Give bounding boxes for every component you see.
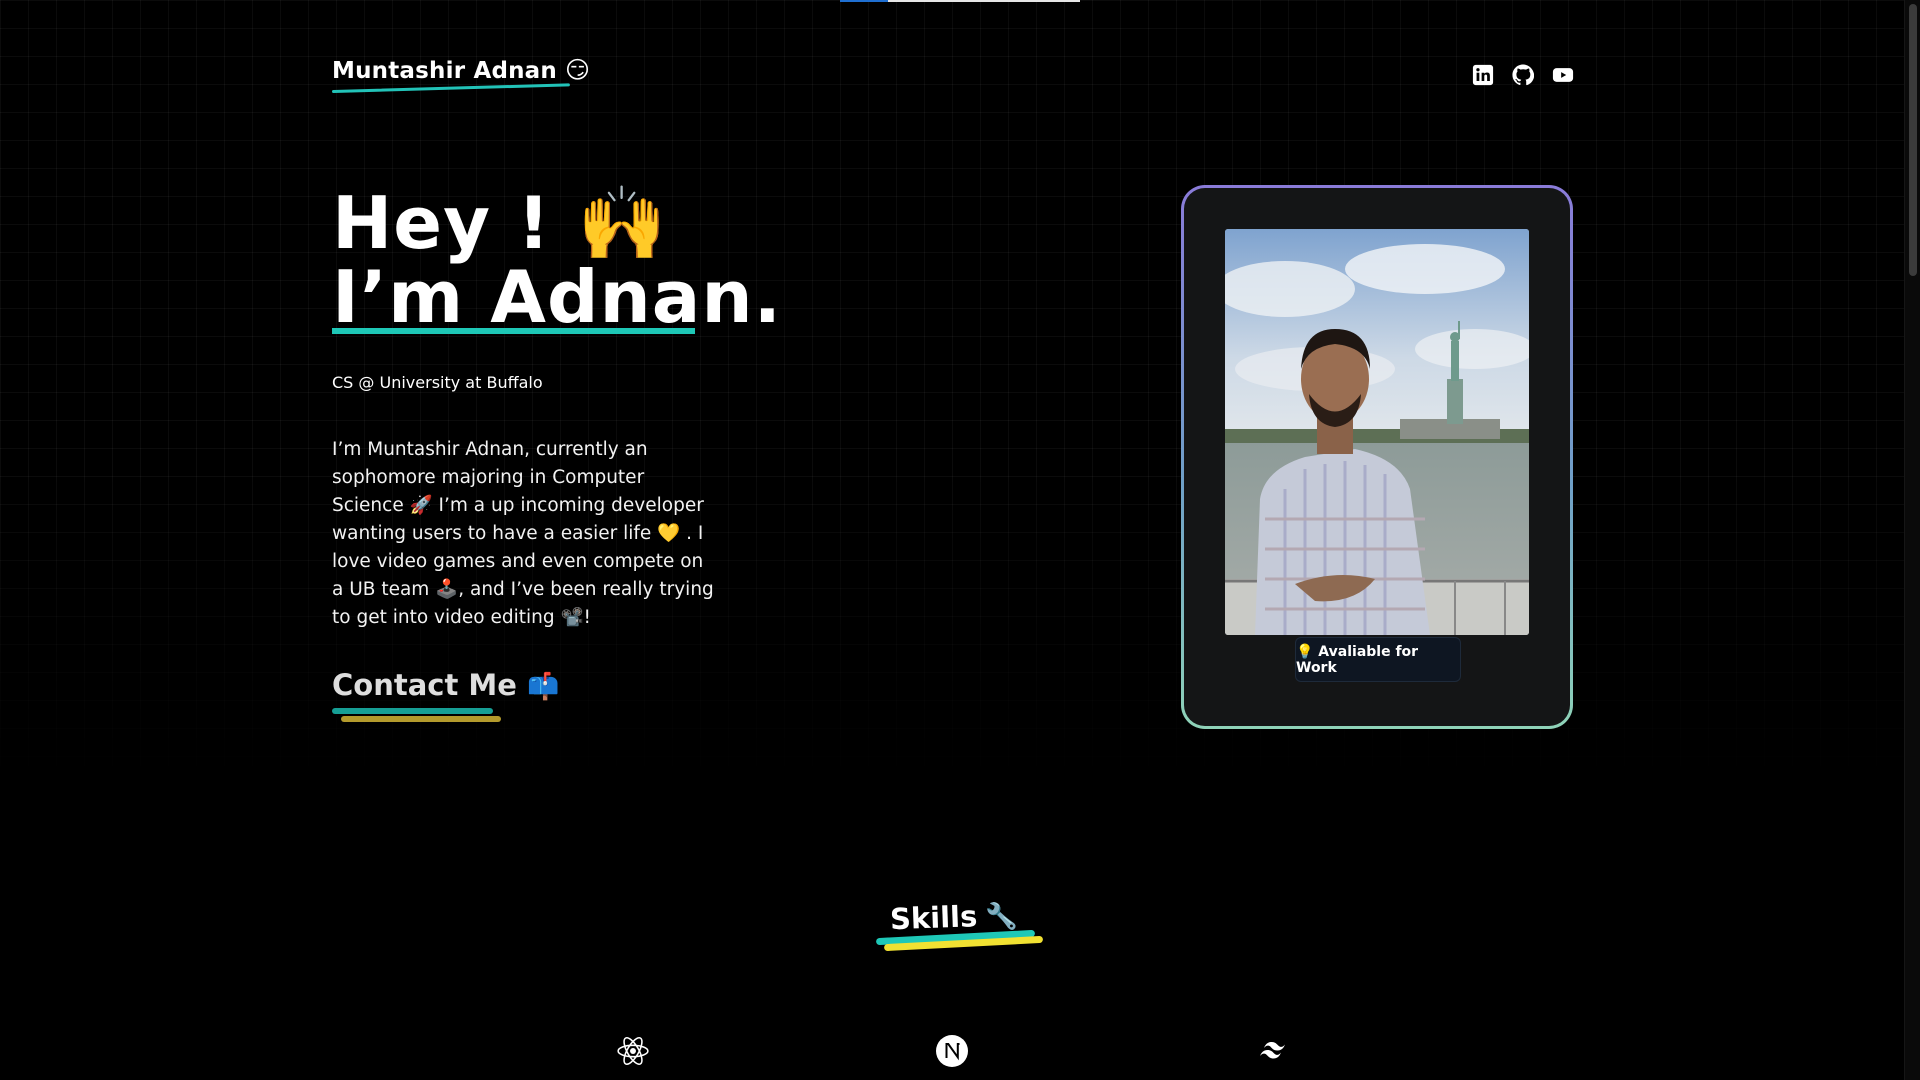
scroll-progress-fill xyxy=(840,0,888,2)
profile-photo-illustration xyxy=(1225,229,1529,635)
hero-greeting: Hey ! 🙌 xyxy=(332,181,668,265)
grid-background xyxy=(0,0,1905,780)
hero-heading: Hey ! 🙌 I’m Adnan. xyxy=(332,186,782,334)
wrench-icon: 🔧 xyxy=(984,901,1019,933)
linkedin-icon[interactable] xyxy=(1472,64,1494,86)
scroll-progress-bar xyxy=(840,0,1080,2)
skills-title: Skills xyxy=(889,899,978,937)
brand-logo[interactable]: Muntashir Adnan 😏 xyxy=(331,56,591,93)
contact-me-label: Contact Me xyxy=(332,668,517,702)
scrollbar[interactable] xyxy=(1904,0,1920,1080)
contact-underline-gold xyxy=(341,716,501,722)
availability-badge: 💡 Avaliable for Work xyxy=(1295,637,1461,682)
contact-underline-teal xyxy=(332,708,493,714)
contact-me-link[interactable]: Contact Me 📫 xyxy=(332,668,559,702)
github-icon[interactable] xyxy=(1512,64,1534,86)
smirk-emoji: 😏 xyxy=(564,56,591,84)
scrollbar-thumb[interactable] xyxy=(1909,4,1917,276)
brand-name: Muntashir Adnan xyxy=(332,58,557,84)
hero-name: I’m Adnan. xyxy=(332,255,782,339)
skills-heading: Skills 🔧 xyxy=(889,898,1018,936)
tailwind-icon xyxy=(1260,1042,1285,1059)
social-links xyxy=(1472,64,1574,86)
bio-paragraph: I’m Muntashir Adnan, currently an sophom… xyxy=(332,439,714,628)
profile-photo xyxy=(1225,229,1529,635)
mailbox-icon: 📫 xyxy=(526,672,560,702)
hero-underline xyxy=(332,328,695,334)
youtube-icon[interactable] xyxy=(1552,64,1574,86)
react-icon xyxy=(617,1037,649,1065)
nextjs-icon xyxy=(936,1035,968,1067)
education-subtitle: CS @ University at Buffalo xyxy=(332,373,543,392)
